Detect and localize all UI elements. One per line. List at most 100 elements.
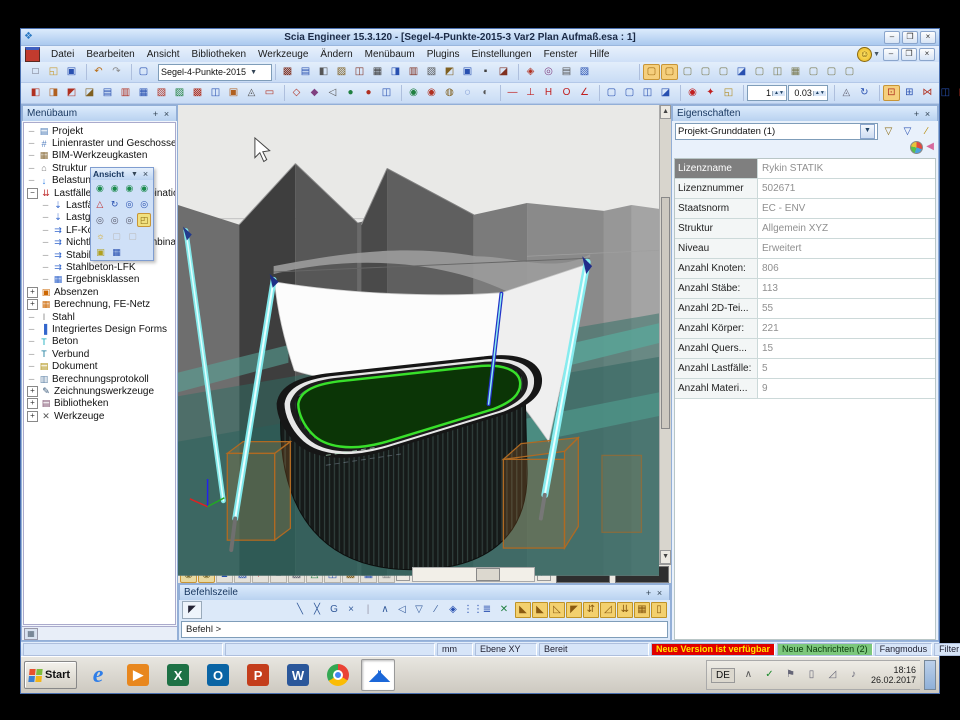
- table-edit-icon[interactable]: ▣: [225, 85, 242, 101]
- snap-tangent-icon[interactable]: ⇵: [583, 602, 599, 618]
- property-row[interactable]: Lizenznummer502671: [675, 179, 935, 199]
- layout-window-icon[interactable]: ▢: [715, 64, 732, 80]
- pin-icon[interactable]: +: [911, 109, 922, 119]
- print-picture-icon[interactable]: ◩: [441, 64, 458, 80]
- stepper-arrows-icon[interactable]: ▲▼: [813, 91, 826, 96]
- property-row[interactable]: StrukturAllgemein XYZ: [675, 219, 935, 239]
- picture-icon[interactable]: ◪: [495, 64, 512, 80]
- property-value[interactable]: EC - ENV: [758, 199, 935, 218]
- powerpoint-taskbar-button[interactable]: P: [241, 659, 275, 691]
- jet-icon[interactable]: ✦: [702, 85, 719, 101]
- close-icon[interactable]: ×: [140, 169, 151, 179]
- gallery-icon[interactable]: ▤: [297, 64, 314, 80]
- clip-locked-icon[interactable]: ▢: [109, 229, 124, 243]
- member-slab-icon[interactable]: ▤: [955, 85, 960, 101]
- property-value[interactable]: Erweitert: [758, 239, 935, 258]
- zoom-all-icon[interactable]: ◰: [137, 213, 151, 227]
- document-icon[interactable]: ▣: [459, 64, 476, 80]
- snap-surface-icon[interactable]: ▦: [634, 602, 650, 618]
- clip-locked-icon[interactable]: ▢: [125, 229, 140, 243]
- property-value[interactable]: 221: [758, 319, 935, 338]
- restore-button[interactable]: ❐: [902, 31, 918, 44]
- tree-item-projekt[interactable]: –▤Projekt: [24, 125, 175, 137]
- restore-button[interactable]: ❐: [901, 48, 917, 61]
- options-icon[interactable]: ▧: [576, 64, 593, 80]
- bolt-icon[interactable]: ◈: [522, 64, 539, 80]
- scroll-up-icon[interactable]: ▲: [660, 105, 671, 119]
- property-row[interactable]: Anzahl Stäbe:113: [675, 279, 935, 299]
- flag-icon[interactable]: ⚑: [782, 667, 799, 683]
- open-file-icon[interactable]: ◱: [45, 64, 62, 80]
- chevron-down-icon[interactable]: ▼: [860, 124, 875, 139]
- menu-item-plugins[interactable]: Plugins: [422, 48, 465, 61]
- view-left-icon[interactable]: ◉: [123, 181, 137, 195]
- internet-explorer-taskbar-button[interactable]: e: [81, 659, 115, 691]
- tree-item-werkzeuge[interactable]: +✕Werkzeuge: [24, 410, 175, 422]
- project-window-icon[interactable]: ▢: [135, 64, 152, 80]
- tree-item-berechnungsprotokoll[interactable]: –▥Berechnungsprotokoll: [24, 373, 175, 385]
- layout-window-icon[interactable]: ▢: [841, 64, 858, 80]
- member-label-icon[interactable]: ◍: [441, 85, 458, 101]
- property-row[interactable]: Anzahl Materi...9: [675, 379, 935, 399]
- copy-add-data-icon[interactable]: ◨: [45, 85, 62, 101]
- line-grid-icon[interactable]: ≣: [479, 602, 495, 618]
- menu-item-menübaum[interactable]: Menübaum: [360, 48, 420, 61]
- activity-icon[interactable]: ▨: [333, 64, 350, 80]
- undo-icon[interactable]: ↶: [90, 64, 107, 80]
- pie-filter-icon[interactable]: [910, 141, 923, 154]
- zoom-window-icon[interactable]: ◎: [93, 213, 107, 227]
- tree-item-zeichnungswerkzeuge[interactable]: +✎Zeichnungswerkzeuge: [24, 385, 175, 397]
- property-value[interactable]: 806: [758, 259, 935, 278]
- filter-icon[interactable]: ▽: [880, 124, 897, 140]
- scrollbar-thumb[interactable]: [661, 197, 670, 429]
- table-edit-icon[interactable]: ▨: [171, 85, 188, 101]
- menu-item-bibliotheken[interactable]: Bibliotheken: [187, 48, 251, 61]
- layout-window-icon[interactable]: ▢: [679, 64, 696, 80]
- view-z-icon[interactable]: ◫: [639, 85, 656, 101]
- layout-window-icon[interactable]: ▢: [823, 64, 840, 80]
- parallel-icon[interactable]: H: [540, 85, 557, 101]
- status-cell-neue-nachrichten-2-[interactable]: Neue Nachrichten (2): [777, 643, 873, 656]
- named-items-icon[interactable]: ▥: [405, 64, 422, 80]
- member-beam-icon[interactable]: ◫: [937, 85, 954, 101]
- scale-stepper[interactable]: 0.03 ▲▼: [788, 85, 828, 101]
- clipping-box-icon[interactable]: ▣: [93, 245, 108, 259]
- fit-icon[interactable]: ◬: [838, 85, 855, 101]
- pin-icon[interactable]: +: [643, 588, 654, 598]
- zoom-selection-icon[interactable]: ◎: [123, 213, 137, 227]
- wand-icon[interactable]: ◇: [288, 85, 305, 101]
- snap-grid-icon[interactable]: ⇊: [617, 602, 633, 618]
- layout-window-icon[interactable]: ▢: [751, 64, 768, 80]
- feedback-smiley-icon[interactable]: ☺: [857, 47, 872, 62]
- table-edit-icon[interactable]: ▭: [261, 85, 278, 101]
- snap-arc-icon[interactable]: ◿: [600, 602, 616, 618]
- layout-window-icon[interactable]: ◪: [733, 64, 750, 80]
- vertex-move-icon[interactable]: ◁: [394, 602, 410, 618]
- property-value[interactable]: 15: [758, 339, 935, 358]
- expand-icon[interactable]: +: [27, 287, 38, 298]
- title-bar[interactable]: ❖ Scia Engineer 15.3.120 - [Segel-4-Punk…: [21, 29, 939, 46]
- member-node-icon[interactable]: ⊡: [883, 85, 900, 101]
- draw-arc-icon[interactable]: G: [326, 602, 342, 618]
- snap-orthogonal-icon[interactable]: ◤: [566, 602, 582, 618]
- minimize-button[interactable]: –: [883, 48, 899, 61]
- select-tool-icon[interactable]: ◆: [306, 85, 323, 101]
- circle-icon[interactable]: O: [558, 85, 575, 101]
- minimize-button[interactable]: –: [884, 31, 900, 44]
- vertical-scrollbar[interactable]: ▲ ▼: [659, 105, 671, 564]
- start-button[interactable]: Start: [24, 661, 77, 689]
- render-mode-icon[interactable]: ▦: [109, 245, 124, 259]
- property-value[interactable]: 55: [758, 299, 935, 318]
- view-axonometric-icon[interactable]: △: [93, 197, 107, 211]
- menu-item-werkzeuge[interactable]: Werkzeuge: [253, 48, 313, 61]
- property-row[interactable]: StaatsnormEC - ENV: [675, 199, 935, 219]
- snap-edge-icon[interactable]: ▯: [651, 602, 667, 618]
- layout-window-icon[interactable]: ▢: [805, 64, 822, 80]
- angle-icon[interactable]: ∠: [576, 85, 593, 101]
- status-cell-neue-version-ist-verf-gbar[interactable]: Neue Version ist verfügbar: [651, 643, 775, 656]
- 3d-viewport[interactable]: [178, 105, 659, 579]
- redo-icon[interactable]: ↷: [108, 64, 125, 80]
- catalog-icon[interactable]: ▩: [279, 64, 296, 80]
- layers-icon[interactable]: ◧: [315, 64, 332, 80]
- tree-item-bim-werkzeugkasten[interactable]: –▦BIM-Werkzeugkasten: [24, 150, 175, 162]
